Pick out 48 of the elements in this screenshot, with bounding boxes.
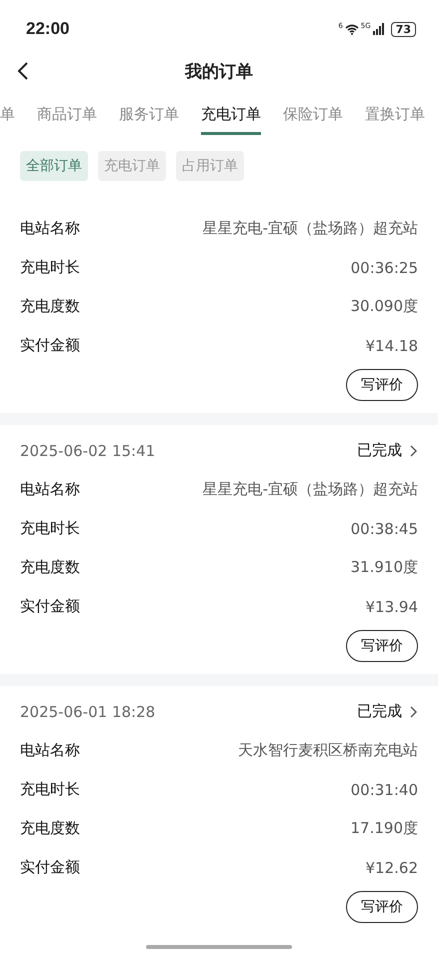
review-button[interactable]: 写评价 — [346, 630, 418, 662]
review-button[interactable]: 写评价 — [346, 369, 418, 401]
field-value: 17.190度 — [350, 819, 418, 838]
field-label: 充电时长 — [20, 519, 81, 538]
order-date: 2025-06-02 15:41 — [20, 442, 156, 460]
field-value: 00:31:40 — [350, 780, 418, 798]
order-tab[interactable]: 保险订单 — [283, 97, 343, 135]
order-tab[interactable]: 服务订单 — [119, 97, 179, 135]
page-title: 我的订单 — [185, 60, 253, 82]
field-value: ¥12.62 — [366, 858, 418, 876]
field-label: 电站名称 — [20, 480, 81, 499]
field-label: 实付金额 — [20, 597, 81, 616]
field-value: 30.090度 — [350, 297, 418, 316]
field-value: 星星充电-宜硕（盐场路）超充站 — [202, 480, 418, 499]
filter-chip[interactable]: 占用订单 — [176, 151, 244, 181]
order-status[interactable]: 已完成 — [357, 441, 402, 460]
chevron-right-icon[interactable] — [410, 706, 418, 718]
field-label: 实付金额 — [20, 336, 81, 355]
order-tab[interactable]: 充电订单 — [201, 97, 261, 135]
field-value: 31.910度 — [350, 558, 418, 577]
order-tab[interactable]: 商品订单 — [37, 97, 97, 135]
chevron-right-icon[interactable] — [410, 444, 418, 456]
field-value: 天水智行麦积区桥南充电站 — [238, 741, 418, 760]
order-status[interactable]: 已完成 — [357, 702, 402, 721]
field-label: 电站名称 — [20, 741, 81, 760]
order-tab[interactable]: 置换订单 — [365, 97, 425, 135]
field-label: 实付金额 — [20, 858, 81, 877]
battery-level: 73 — [390, 22, 416, 36]
filter-chip[interactable]: 充电订单 — [98, 151, 166, 181]
field-value: 00:36:25 — [350, 258, 418, 276]
order-date: 2025-06-01 18:28 — [20, 702, 156, 720]
field-value: ¥14.18 — [366, 336, 418, 354]
status-time: 22:00 — [26, 19, 70, 39]
field-label: 充电度数 — [20, 297, 81, 316]
field-label: 充电度数 — [20, 819, 81, 838]
field-label: 充电时长 — [20, 258, 81, 277]
order-tab[interactable]: 单 — [0, 97, 15, 135]
field-value: ¥13.94 — [366, 598, 418, 616]
field-label: 充电度数 — [20, 558, 81, 577]
field-label: 电站名称 — [20, 219, 81, 238]
filter-chip[interactable]: 全部订单 — [20, 151, 88, 181]
review-button[interactable]: 写评价 — [346, 891, 418, 923]
wifi-icon — [344, 24, 359, 34]
signal-icon — [372, 23, 385, 35]
field-label: 充电时长 — [20, 780, 81, 799]
field-value: 星星充电-宜硕（盐场路）超充站 — [202, 219, 418, 238]
field-value: 00:38:45 — [350, 520, 418, 538]
back-icon[interactable] — [17, 61, 29, 81]
